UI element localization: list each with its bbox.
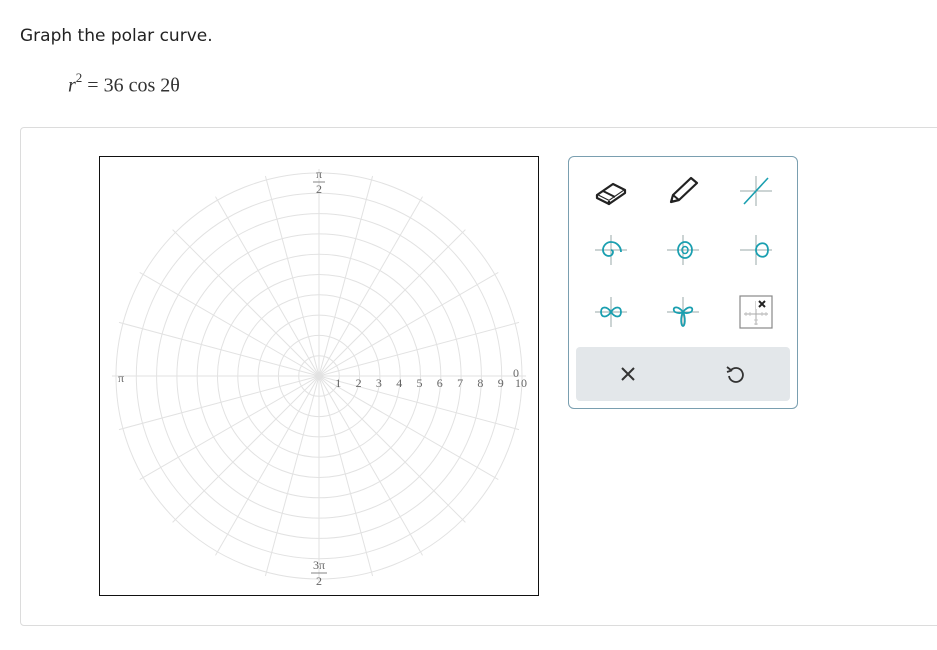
grid-spoke — [318, 375, 423, 556]
line-tool[interactable] — [732, 169, 780, 213]
lemniscate-icon — [595, 297, 627, 327]
pencil-tool[interactable] — [659, 169, 707, 213]
limacon-icon — [667, 235, 699, 265]
undo-icon — [726, 366, 744, 383]
r-tick-label: 3 — [376, 376, 382, 390]
r-tick-label: 8 — [477, 376, 483, 390]
polar-equation: r2 = 36 cos 2θ — [68, 70, 180, 98]
r-tick-label: 1 — [335, 376, 341, 390]
r-tick-label: 2 — [356, 376, 362, 390]
x-icon — [621, 367, 635, 381]
equation-lhs-variable: r — [68, 74, 76, 97]
no-solution-icon — [739, 295, 773, 329]
rose-icon — [667, 297, 699, 327]
grid-spoke — [318, 272, 499, 377]
equation-rhs: = 36 cos 2θ — [87, 74, 180, 97]
r-tick-label: 7 — [457, 376, 463, 390]
angle-label-bottom-num: 3π — [313, 558, 325, 572]
limacon-tool[interactable] — [659, 228, 707, 272]
pencil-icon — [669, 176, 699, 204]
no-solution-tool[interactable] — [732, 290, 780, 334]
grid-spoke — [215, 196, 320, 377]
grid-spoke — [172, 229, 320, 377]
polar-graph[interactable]: 1 2 3 4 5 6 7 8 9 10 π 2 π 0 3π 2 — [99, 156, 539, 596]
undo-button[interactable] — [711, 354, 759, 394]
grid-spoke — [318, 229, 466, 377]
graphing-toolbox — [568, 156, 798, 409]
grid-spoke — [318, 375, 499, 480]
question-prompt: Graph the polar curve. — [20, 26, 213, 46]
angle-label-left: π — [118, 371, 124, 385]
polar-grid[interactable]: 1 2 3 4 5 6 7 8 9 10 π 2 π 0 3π 2 — [100, 157, 538, 595]
lemniscate-tool[interactable] — [587, 290, 635, 334]
equation-lhs-exponent: 2 — [75, 70, 83, 85]
cardioid-tool[interactable] — [732, 228, 780, 272]
r-tick-label: 4 — [396, 376, 402, 390]
grid-spoke — [318, 375, 466, 523]
grid-spoke — [139, 375, 320, 480]
rose-tool[interactable] — [659, 290, 707, 334]
r-tick-label: 5 — [417, 376, 423, 390]
spiral-tool[interactable] — [587, 228, 635, 272]
r-tick-label: 9 — [498, 376, 504, 390]
grid-spoke — [318, 196, 423, 377]
clear-button[interactable] — [604, 354, 652, 394]
angle-label-right: 0 — [513, 366, 519, 380]
angle-label-top-num: π — [316, 167, 322, 181]
eraser-icon — [595, 182, 627, 206]
r-tick-label: 6 — [437, 376, 443, 390]
action-bar — [576, 347, 790, 401]
cardioid-icon — [740, 235, 772, 265]
angle-label-bottom-den: 2 — [316, 574, 322, 588]
line-icon — [740, 176, 772, 206]
eraser-tool[interactable] — [587, 169, 635, 213]
grid-spoke — [215, 375, 320, 556]
spiral-icon — [595, 235, 627, 265]
angle-label-top-den: 2 — [316, 182, 322, 196]
grid-spoke — [139, 272, 320, 377]
grid-spoke — [172, 375, 320, 523]
